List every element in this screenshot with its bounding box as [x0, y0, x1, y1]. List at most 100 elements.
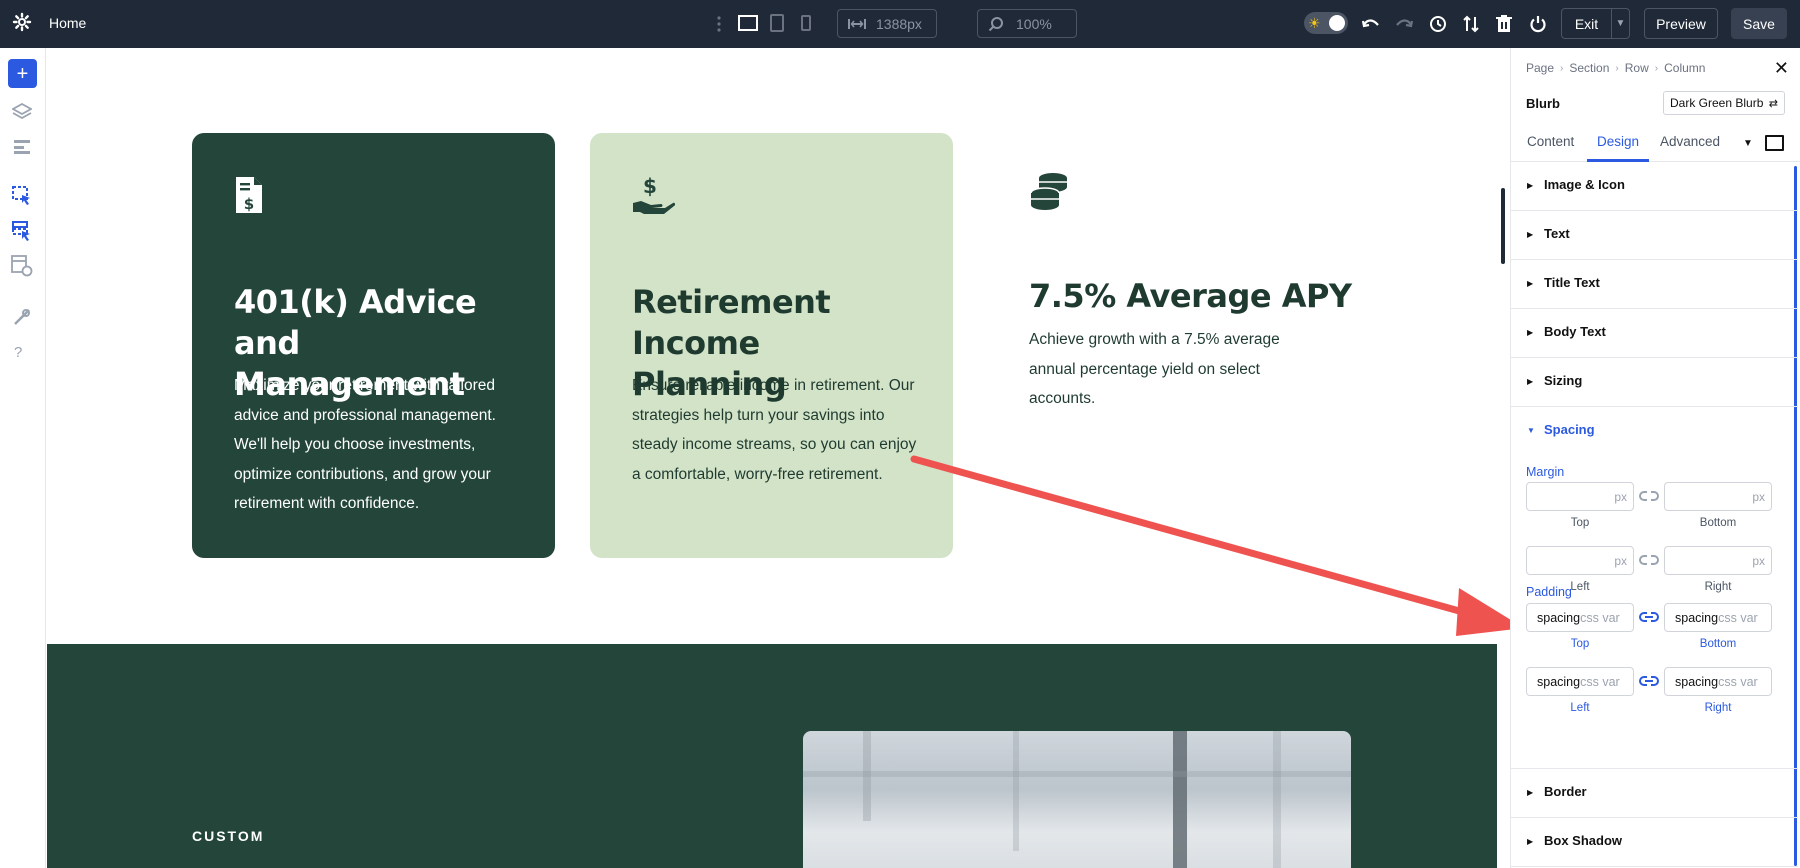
- section-title: Spacing: [1544, 422, 1595, 437]
- help-icon[interactable]: ?: [14, 344, 22, 361]
- section-box-shadow[interactable]: ▶ Box Shadow: [1511, 818, 1798, 867]
- padding-right-input[interactable]: spacing css var: [1664, 667, 1772, 696]
- padding-left-caption: Left: [1570, 702, 1590, 714]
- breadcrumb-section[interactable]: Section: [1569, 61, 1609, 75]
- chevron-down-icon[interactable]: ▼: [1612, 9, 1629, 38]
- add-icon[interactable]: +: [8, 59, 37, 88]
- gear-icon[interactable]: [12, 12, 32, 32]
- exit-button[interactable]: Exit ▼: [1561, 8, 1630, 39]
- unit-label: px: [1752, 490, 1765, 504]
- unit-label: px: [1614, 490, 1627, 504]
- preview-button[interactable]: Preview: [1644, 8, 1718, 39]
- unit-label: px: [1614, 554, 1627, 568]
- unlink-icon[interactable]: [1639, 553, 1659, 567]
- unit-label: px: [1752, 554, 1765, 568]
- breadcrumb-page[interactable]: Page: [1526, 61, 1554, 75]
- canvas-width-field[interactable]: 1388px: [837, 9, 937, 38]
- padding-top-input[interactable]: spacing css var: [1526, 603, 1634, 632]
- page-settings-icon[interactable]: [11, 255, 33, 277]
- padding-bottom-input[interactable]: spacing css var: [1664, 603, 1772, 632]
- redo-icon[interactable]: [1393, 13, 1415, 35]
- section-text[interactable]: ▶ Text: [1511, 211, 1798, 260]
- padding-value: spacing: [1537, 674, 1581, 689]
- portability-icon[interactable]: [1460, 13, 1482, 35]
- zoom-field[interactable]: 100%: [977, 9, 1077, 38]
- section-title: Title Text: [1544, 275, 1600, 290]
- section-sizing[interactable]: ▶ Sizing: [1511, 358, 1798, 407]
- drag-dots-icon[interactable]: [712, 14, 726, 34]
- view-mode-icon[interactable]: [1765, 135, 1784, 151]
- layout-icon[interactable]: [11, 136, 33, 158]
- caret-right-icon: ▶: [1527, 279, 1534, 288]
- document-dollar-icon: $: [234, 175, 264, 220]
- canvas-scroll-indicator[interactable]: [1501, 188, 1505, 264]
- caret-down-icon[interactable]: ▼: [1743, 138, 1753, 149]
- blurb-card-401k[interactable]: $ 401(k) Advice and Management Maximize …: [192, 133, 555, 558]
- exit-label: Exit: [1562, 9, 1612, 38]
- padding-left-input[interactable]: spacing css var: [1526, 667, 1634, 696]
- tools-icon[interactable]: [11, 306, 33, 328]
- caret-right-icon: ▶: [1527, 230, 1534, 239]
- section-title: Body Text: [1544, 324, 1606, 339]
- tab-design[interactable]: Design: [1597, 134, 1639, 149]
- breadcrumb-column[interactable]: Column: [1664, 61, 1705, 75]
- card-body: Ensure reliable income in retirement. Ou…: [632, 377, 917, 483]
- unlink-icon[interactable]: [1639, 489, 1659, 503]
- multi-select-icon[interactable]: [11, 220, 33, 242]
- margin-top-caption: Top: [1570, 517, 1590, 529]
- breadcrumb-row[interactable]: Row: [1625, 61, 1649, 75]
- caret-right-icon: ▶: [1527, 788, 1534, 797]
- padding-top-caption: Top: [1570, 638, 1590, 650]
- page-title: Home: [49, 15, 87, 31]
- settings-panel: Page › Section › Row › Column ✕ Blurb Da…: [1510, 48, 1800, 868]
- toggle-knob: [1329, 15, 1345, 31]
- theme-toggle[interactable]: ☀: [1304, 12, 1348, 34]
- margin-left-input[interactable]: px: [1526, 546, 1634, 575]
- link-icon[interactable]: [1639, 610, 1659, 624]
- card-body: Achieve growth with a 7.5% average annua…: [1029, 331, 1280, 407]
- tablet-view-icon[interactable]: [768, 13, 786, 33]
- phone-view-icon[interactable]: [798, 13, 814, 33]
- breadcrumb: Page › Section › Row › Column: [1526, 61, 1705, 75]
- preset-selector[interactable]: Dark Green Blurb ⇄: [1663, 91, 1785, 115]
- padding-hint: css var: [1580, 610, 1620, 625]
- tab-content[interactable]: Content: [1527, 134, 1574, 149]
- margin-label: Margin: [1526, 465, 1565, 479]
- layers-icon[interactable]: [11, 101, 33, 123]
- link-icon[interactable]: [1639, 674, 1659, 688]
- top-toolbar: Home 1388px 100% ☀ Exit ▼ Preview Save: [0, 0, 1800, 48]
- svg-text:$: $: [244, 195, 254, 213]
- margin-right-input[interactable]: px: [1664, 546, 1772, 575]
- blurb-card-retirement-income[interactable]: $ Retirement Income Planning Ensure reli…: [590, 133, 953, 558]
- history-icon[interactable]: [1427, 13, 1449, 35]
- section-body-text[interactable]: ▶ Body Text: [1511, 309, 1798, 358]
- section-title: Image & Icon: [1544, 177, 1625, 192]
- undo-icon[interactable]: [1360, 13, 1382, 35]
- section-image-icon[interactable]: ▶ Image & Icon: [1511, 162, 1798, 211]
- hand-dollar-icon: $: [632, 174, 676, 222]
- trash-icon[interactable]: [1493, 13, 1515, 35]
- chevron-right-icon: ›: [1654, 62, 1659, 74]
- margin-bottom-input[interactable]: px: [1664, 482, 1772, 511]
- caret-right-icon: ▶: [1527, 328, 1534, 337]
- width-icon: [848, 18, 870, 30]
- padding-label: Padding: [1526, 585, 1572, 599]
- margin-top-input[interactable]: px: [1526, 482, 1634, 511]
- blurb-card-apy[interactable]: 7.5% Average APY Achieve growth with a 7…: [987, 133, 1352, 558]
- section-title: Border: [1544, 784, 1587, 799]
- padding-hint: css var: [1580, 674, 1620, 689]
- caret-right-icon: ▶: [1527, 837, 1534, 846]
- wireframe-icon[interactable]: [11, 185, 33, 207]
- chevron-right-icon: ›: [1560, 62, 1564, 74]
- close-icon[interactable]: ✕: [1774, 59, 1789, 77]
- section-spacing[interactable]: ▼ Spacing Margin px px Top Bottom px px …: [1511, 407, 1798, 769]
- power-icon[interactable]: [1527, 13, 1549, 35]
- section-border[interactable]: ▶ Border: [1511, 769, 1798, 818]
- save-button[interactable]: Save: [1731, 8, 1787, 39]
- tab-advanced[interactable]: Advanced: [1660, 134, 1720, 149]
- panel-tabs: Content Design Advanced ▼: [1511, 126, 1800, 162]
- desktop-view-icon[interactable]: [737, 13, 759, 33]
- padding-hint: css var: [1718, 674, 1758, 689]
- card-body: Maximize your retirement with tailored a…: [234, 377, 496, 512]
- section-title-text[interactable]: ▶ Title Text: [1511, 260, 1798, 309]
